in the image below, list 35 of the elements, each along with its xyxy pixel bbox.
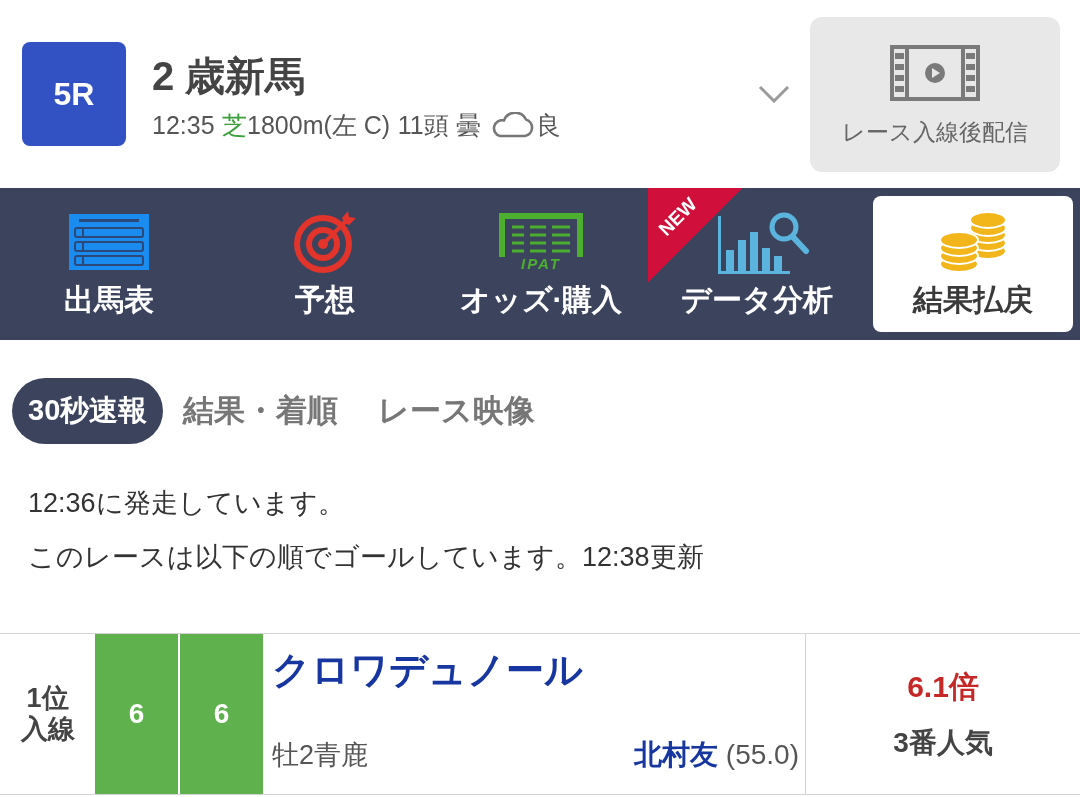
popularity-text: 3番人気 [893,725,993,760]
logo-text: IPAT [521,255,561,272]
track-surface: 芝 [222,110,248,140]
menu-tab[interactable]: 予想 [225,196,425,332]
jockey-link[interactable]: 北村友 [633,736,718,774]
film-play-icon [890,44,980,101]
going-text: 良 [535,110,561,140]
status-message: このレースは以下の順でゴールしています。12:38更新 [28,541,704,574]
frame-number: 6 [95,634,178,794]
finish-rank: 1位 [26,682,69,714]
odds-text: 6.1倍 [907,668,979,705]
menu-tab[interactable]: 結果払戻 [873,196,1073,332]
jockey-weight: (55.0) [725,739,799,771]
race-title: 2 歳新馬 [152,54,306,98]
ledger-icon [499,212,583,257]
weather-text: 曇 [456,110,482,140]
list-icon [69,214,149,270]
menu-tab[interactable]: IPAT オッズ·購入 [441,196,641,332]
chevron-down-icon[interactable] [758,85,790,103]
runner-count: 11頭 [397,110,449,140]
target-icon [293,210,357,274]
section-tab[interactable]: 結果・着順 [163,378,359,444]
coins-icon [938,211,1008,273]
race-distance: 1800m(左 C) [247,110,391,140]
finish-status: 入線 [20,714,75,746]
menu-tab[interactable]: 出馬表 [9,196,209,332]
race-number-badge: 5R [22,42,126,146]
status-message: 12:36に発走しています。 [28,487,345,520]
section-tab[interactable]: 30秒速報 [12,378,164,444]
section-tab[interactable]: レース映像 [358,378,556,444]
start-time: 12:35 [152,110,215,140]
bar-chart-magnifier-icon [718,210,810,274]
horse-number: 6 [178,634,263,794]
horse-name-link[interactable]: クロワデュノール [272,648,583,694]
horse-details: 牡2青鹿 [272,739,369,772]
